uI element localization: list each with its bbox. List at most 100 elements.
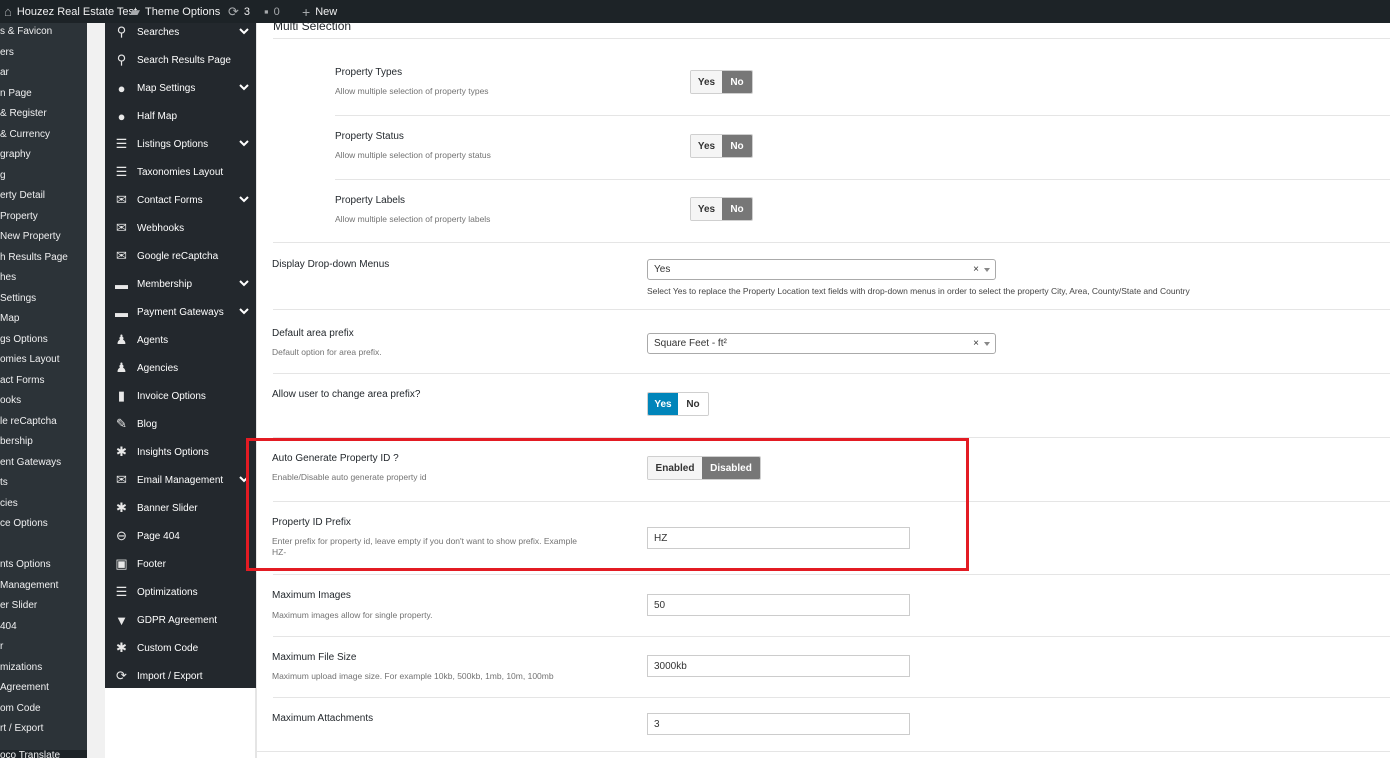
area-prefix-select[interactable]: Square Feet - ft² ×	[647, 333, 996, 354]
wp-menu-item[interactable]: erty Detail	[0, 190, 45, 201]
nav-item-label: Banner Slider	[137, 502, 198, 514]
nav-item-listings-options[interactable]: ☰ Listings Options	[105, 131, 256, 157]
chevron-down-icon[interactable]	[238, 193, 250, 205]
wp-menu-item[interactable]: Property	[0, 211, 38, 222]
chevron-down-icon[interactable]	[238, 25, 250, 37]
wp-menu-item[interactable]: omies Layout	[0, 354, 59, 365]
nav-item-label: Custom Code	[137, 642, 199, 654]
wp-menu-item[interactable]: mizations	[0, 662, 42, 673]
nav-item-page-404[interactable]: ⊖ Page 404	[105, 523, 256, 549]
wp-menu-item[interactable]: ar	[0, 67, 9, 78]
wp-menu-item[interactable]: cies	[0, 498, 18, 509]
section-title: Multi Selection	[273, 19, 352, 33]
wp-menu-item[interactable]: g	[0, 170, 6, 181]
nav-item-label: Contact Forms	[137, 194, 203, 206]
clear-icon[interactable]: ×	[973, 264, 979, 275]
wp-menu-item[interactable]: gs Options	[0, 334, 48, 345]
chevron-down-icon[interactable]	[984, 268, 990, 272]
nav-item-contact-forms[interactable]: ✉ Contact Forms	[105, 187, 256, 213]
nav-item-webhooks[interactable]: ✉ Webhooks	[105, 215, 256, 241]
nav-item-email-management[interactable]: ✉ Email Management	[105, 467, 256, 493]
no-option[interactable]: No	[678, 393, 708, 415]
clear-icon[interactable]: ×	[973, 338, 979, 349]
wp-menu-item[interactable]: bership	[0, 436, 33, 447]
nav-item-taxonomies-layout[interactable]: ☰ Taxonomies Layout	[105, 159, 256, 185]
document-icon: ▮	[117, 388, 126, 403]
chevron-down-icon[interactable]	[984, 342, 990, 346]
max-attachments-input[interactable]: 3	[647, 713, 910, 735]
no-option[interactable]: No	[722, 135, 752, 157]
wp-menu-item[interactable]: s & Favicon	[0, 26, 52, 37]
nav-item-insights-options[interactable]: ✱ Insights Options	[105, 439, 256, 465]
chevron-down-icon[interactable]	[238, 81, 250, 93]
nav-item-search-results-page[interactable]: ⚲ Search Results Page	[105, 47, 256, 73]
max-file-size-input[interactable]: 3000kb	[647, 655, 910, 677]
wp-menu-item[interactable]: 404	[0, 621, 17, 632]
max-images-input[interactable]: 50	[647, 594, 910, 616]
nav-item-label: Listings Options	[137, 138, 209, 150]
max-attachments-title: Maximum Attachments	[272, 713, 374, 724]
wp-menu-item[interactable]: ent Gateways	[0, 457, 61, 468]
nav-item-membership[interactable]: ▬ Membership	[105, 271, 256, 297]
chevron-down-icon[interactable]	[238, 305, 250, 317]
nav-item-footer[interactable]: ▣ Footer	[105, 551, 256, 577]
nav-item-blog[interactable]: ✎ Blog	[105, 411, 256, 437]
wp-menu-item[interactable]: er Slider	[0, 600, 37, 611]
nav-item-searches[interactable]: ⚲ Searches	[105, 19, 256, 45]
chevron-down-icon[interactable]	[238, 277, 250, 289]
nav-item-agents[interactable]: ♟ Agents	[105, 327, 256, 353]
nav-item-import-export[interactable]: ⟳ Import / Export	[105, 663, 256, 689]
wp-menu-item[interactable]: Map	[0, 313, 19, 324]
nav-item-agencies[interactable]: ♟ Agencies	[105, 355, 256, 381]
yes-option[interactable]: Yes	[648, 393, 678, 415]
wp-menu-item[interactable]: Settings	[0, 293, 36, 304]
wp-menu-item[interactable]: hes	[0, 272, 16, 283]
wp-menu-item[interactable]: Management	[0, 580, 58, 591]
property-labels-title: Property Labels	[335, 195, 406, 206]
property-labels-toggle[interactable]: Yes No	[690, 197, 753, 221]
nav-item-label: Half Map	[137, 110, 178, 122]
envelope-icon: ✉	[116, 472, 127, 487]
list-icon: ☰	[115, 164, 128, 179]
yes-option[interactable]: Yes	[691, 71, 722, 93]
wp-menu-item[interactable]: & Currency	[0, 129, 50, 140]
dropdown-menus-select[interactable]: Yes ×	[647, 259, 996, 280]
wp-menu-item[interactable]: graphy	[0, 149, 31, 160]
wp-menu-item[interactable]: om Code	[0, 703, 41, 714]
nav-item-invoice-options[interactable]: ▮ Invoice Options	[105, 383, 256, 409]
wp-menu-item[interactable]: ers	[0, 47, 14, 58]
property-status-toggle[interactable]: Yes No	[690, 134, 753, 158]
globe-icon: ●	[117, 80, 126, 96]
wp-menu-item[interactable]: ce Options	[0, 518, 48, 529]
wp-menu-item[interactable]: h Results Page	[0, 252, 68, 263]
wp-menu-item[interactable]: nts Options	[0, 559, 51, 570]
wp-menu-item[interactable]: ooks	[0, 395, 21, 406]
property-labels-subtitle: Allow multiple selection of property lab…	[335, 214, 491, 224]
property-types-toggle[interactable]: Yes No	[690, 70, 753, 94]
area-prefix-title: Default area prefix	[272, 328, 354, 339]
nav-item-map-settings[interactable]: ● Map Settings	[105, 75, 256, 101]
chevron-down-icon[interactable]	[238, 137, 250, 149]
nav-item-google-recaptcha[interactable]: ✉ Google reCaptcha	[105, 243, 256, 269]
wp-menu-item[interactable]: rt / Export	[0, 723, 43, 734]
change-prefix-toggle[interactable]: Yes No	[647, 392, 709, 416]
wp-menu-item[interactable]: act Forms	[0, 375, 44, 386]
wp-menu-item-loco-translate[interactable]: oco Translate	[0, 750, 87, 758]
wp-menu-item[interactable]: ts	[0, 477, 8, 488]
yes-option[interactable]: Yes	[691, 198, 722, 220]
nav-item-half-map[interactable]: ● Half Map	[105, 103, 256, 129]
nav-item-payment-gateways[interactable]: ▬ Payment Gateways	[105, 299, 256, 325]
wp-menu-item[interactable]: New Property	[0, 231, 61, 242]
no-option[interactable]: No	[722, 198, 752, 220]
yes-option[interactable]: Yes	[691, 135, 722, 157]
wp-menu-item[interactable]: le reCaptcha	[0, 416, 57, 427]
wp-menu-item[interactable]: r	[0, 641, 3, 652]
wp-menu-item[interactable]: n Page	[0, 88, 32, 99]
no-option[interactable]: No	[722, 71, 752, 93]
nav-item-gdpr-agreement[interactable]: ▼ GDPR Agreement	[105, 607, 256, 633]
wp-menu-item[interactable]: & Register	[0, 108, 47, 119]
nav-item-optimizations[interactable]: ☰ Optimizations	[105, 579, 256, 605]
nav-item-banner-slider[interactable]: ✱ Banner Slider	[105, 495, 256, 521]
nav-item-custom-code[interactable]: ✱ Custom Code	[105, 635, 256, 661]
wp-menu-item[interactable]: Agreement	[0, 682, 49, 693]
